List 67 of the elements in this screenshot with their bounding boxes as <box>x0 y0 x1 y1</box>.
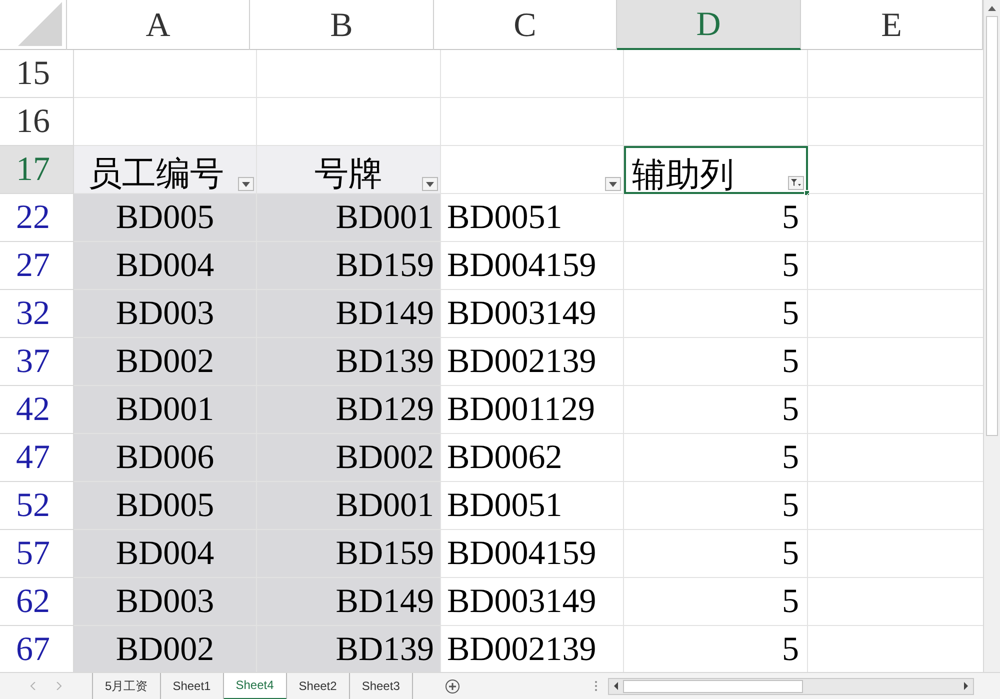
table-cell: BD004 <box>74 242 257 290</box>
table-cell: 5 <box>624 194 808 242</box>
vertical-scrollbar[interactable] <box>983 0 1000 672</box>
table-cell: BD004 <box>74 530 257 578</box>
table-cell: BD001 <box>74 386 257 434</box>
table-cell: BD003149 <box>441 290 624 338</box>
column-header[interactable]: A <box>67 0 250 50</box>
table-cell: 5 <box>624 338 808 386</box>
row-number[interactable]: 15 <box>0 50 74 98</box>
sheet-tab[interactable]: 5月工资 <box>93 672 161 699</box>
filter-button[interactable] <box>238 177 254 191</box>
table-cell: BD003149 <box>441 578 624 626</box>
table-cell: BD149 <box>257 290 441 338</box>
table-cell: 5 <box>624 578 808 626</box>
filter-button[interactable] <box>422 177 438 191</box>
dropdown-arrow-icon <box>609 182 617 186</box>
table-cell: BD006 <box>74 434 257 482</box>
table-cell: BD002 <box>74 338 257 386</box>
header-cell: 号牌 <box>257 146 441 194</box>
sheet-tab[interactable]: Sheet3 <box>350 672 413 699</box>
table-cell: 5 <box>624 290 808 338</box>
column-header[interactable]: B <box>250 0 434 50</box>
add-sheet-icon[interactable] <box>444 678 460 694</box>
table-cell: BD002 <box>74 626 257 672</box>
table-cell: BD0051 <box>441 482 624 530</box>
table-cell: BD004159 <box>441 530 624 578</box>
sheet-tab[interactable]: Sheet2 <box>286 672 350 699</box>
table-cell: BD001 <box>257 194 441 242</box>
table-cell: BD159 <box>257 242 441 290</box>
table-cell: BD0051 <box>441 194 624 242</box>
header-cell: 员工编号 <box>74 146 257 194</box>
scroll-left-icon[interactable] <box>612 682 619 690</box>
table-cell: BD149 <box>257 578 441 626</box>
more-icon[interactable] <box>594 680 598 692</box>
table-cell: BD005 <box>74 194 257 242</box>
table-cell: BD005 <box>74 482 257 530</box>
table-cell: BD003 <box>74 290 257 338</box>
table-cell: BD139 <box>257 626 441 672</box>
table-cell: BD159 <box>257 530 441 578</box>
scroll-up-icon[interactable] <box>987 4 997 12</box>
row-number[interactable]: 17 <box>0 146 74 194</box>
table-cell: BD129 <box>257 386 441 434</box>
table-cell: BD002139 <box>441 338 624 386</box>
filter-button[interactable] <box>788 176 804 190</box>
dropdown-arrow-icon <box>426 182 434 186</box>
table-cell: 5 <box>624 386 808 434</box>
table-cell: BD004159 <box>441 242 624 290</box>
table-cell: BD002 <box>257 434 441 482</box>
horizontal-scrollbar[interactable] <box>608 678 974 694</box>
table-cell: BD001 <box>257 482 441 530</box>
scrollbar-thumb[interactable] <box>622 680 803 692</box>
sheet-tab[interactable]: Sheet4 <box>224 672 287 699</box>
header-cell: 辅助列 <box>624 146 808 194</box>
filter-button[interactable] <box>605 177 621 191</box>
table-cell: 5 <box>624 242 808 290</box>
dropdown-arrow-icon <box>242 182 250 186</box>
table-cell: BD0062 <box>441 434 624 482</box>
scroll-right-icon[interactable] <box>962 682 969 690</box>
table-cell: BD001129 <box>441 386 624 434</box>
table-cell: 5 <box>624 434 808 482</box>
table-cell: BD003 <box>74 578 257 626</box>
funnel-icon <box>790 178 802 188</box>
scrollbar-thumb[interactable] <box>986 16 998 436</box>
table-cell: 5 <box>624 482 808 530</box>
table-cell: BD139 <box>257 338 441 386</box>
column-header[interactable]: D <box>617 0 801 50</box>
table-cell: 5 <box>624 530 808 578</box>
